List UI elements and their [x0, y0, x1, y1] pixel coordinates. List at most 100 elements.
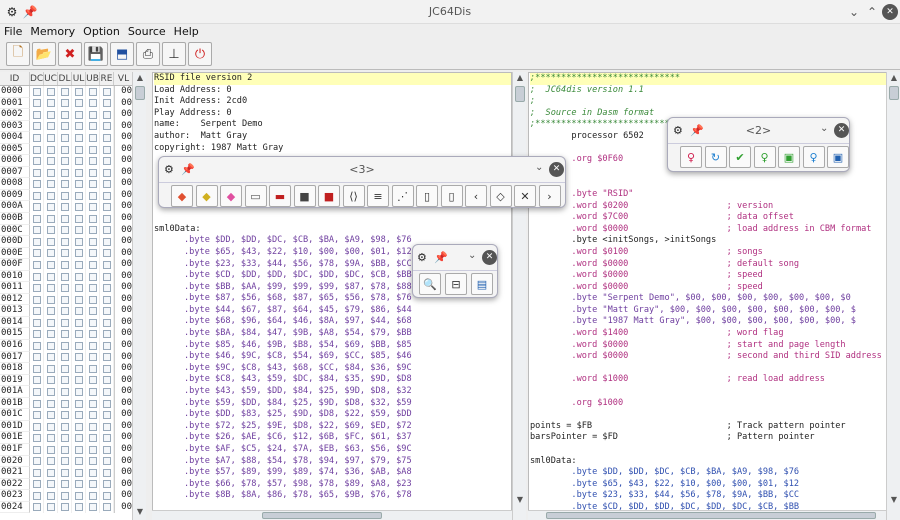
flag-checkbox[interactable] — [30, 97, 44, 110]
power-icon[interactable]: ⏻ — [188, 42, 212, 66]
new-file-icon[interactable]: 🗋 — [6, 42, 30, 66]
comment-icon[interactable]: ▭ — [244, 185, 267, 207]
flag-checkbox[interactable] — [100, 467, 114, 479]
flag-checkbox[interactable] — [44, 189, 58, 202]
flag-checkbox[interactable] — [30, 155, 44, 167]
close-icon[interactable]: ✕ — [549, 162, 564, 177]
table-row[interactable]: 0014 00 — [0, 316, 145, 329]
flag-checkbox[interactable] — [44, 120, 58, 133]
table-row[interactable]: 001E 00 — [0, 432, 145, 444]
floating-toolbar-header[interactable]: ⚙ 📌 <2> ⌄ ✕ — [668, 118, 849, 144]
flag-checkbox[interactable] — [30, 374, 44, 387]
flag-checkbox[interactable] — [30, 409, 44, 421]
flag-checkbox[interactable] — [58, 259, 72, 271]
table-row[interactable]: 0011 00 — [0, 282, 145, 294]
flag-checkbox[interactable] — [86, 340, 100, 352]
flag-checkbox[interactable] — [100, 363, 114, 375]
flag-checkbox[interactable] — [86, 420, 100, 433]
flag-checkbox[interactable] — [86, 397, 100, 410]
flag-checkbox[interactable] — [58, 282, 72, 294]
scroll-up-icon[interactable]: ▲ — [134, 72, 146, 84]
flag-checkbox[interactable] — [30, 109, 44, 121]
flag-checkbox[interactable] — [86, 201, 100, 214]
flag-checkbox[interactable] — [100, 86, 114, 98]
flag-checkbox[interactable] — [44, 270, 58, 283]
column-header[interactable]: UL — [72, 72, 86, 85]
flag-checkbox[interactable] — [44, 374, 58, 387]
flag-checkbox[interactable] — [58, 467, 72, 479]
pin-blue-icon[interactable]: ♀ — [802, 146, 825, 168]
flag-checkbox[interactable] — [100, 351, 114, 364]
flag-checkbox[interactable] — [44, 109, 58, 121]
eraser-yellow-icon[interactable]: ◆ — [195, 185, 218, 207]
flag-checkbox[interactable] — [72, 155, 86, 167]
flag-checkbox[interactable] — [44, 443, 58, 456]
flag-checkbox[interactable] — [30, 432, 44, 444]
pin-red-icon[interactable]: ♀ — [680, 146, 702, 168]
flag-checkbox[interactable] — [72, 224, 86, 237]
flag-checkbox[interactable] — [86, 259, 100, 271]
table-row[interactable]: 0002 00 — [0, 109, 145, 121]
table-row[interactable]: 000F 00 — [0, 259, 145, 271]
flag-checkbox[interactable] — [30, 305, 44, 317]
table-row[interactable]: 0013 00 — [0, 305, 145, 317]
flag-checkbox[interactable] — [30, 270, 44, 283]
flag-checkbox[interactable] — [100, 386, 114, 398]
flag-checkbox[interactable] — [86, 166, 100, 179]
column-header[interactable]: UB — [86, 72, 100, 85]
table-row[interactable]: 0001 00 — [0, 97, 145, 110]
flag-checkbox[interactable] — [30, 293, 44, 306]
flag-checkbox[interactable] — [58, 109, 72, 121]
flag-checkbox[interactable] — [44, 478, 58, 491]
flag-checkbox[interactable] — [58, 501, 72, 514]
flag-checkbox[interactable] — [58, 86, 72, 98]
table-row[interactable]: 001F 00 — [0, 443, 145, 456]
flag-checkbox[interactable] — [58, 293, 72, 306]
flag-checkbox[interactable] — [44, 305, 58, 317]
table-row[interactable]: 0018 00 — [0, 363, 145, 375]
flag-checkbox[interactable] — [30, 490, 44, 502]
flag-checkbox[interactable] — [44, 420, 58, 433]
flag-checkbox[interactable] — [100, 374, 114, 387]
flag-checkbox[interactable] — [44, 316, 58, 329]
flag-checkbox[interactable] — [86, 374, 100, 387]
column-header[interactable]: VL — [114, 72, 134, 85]
block-dark-icon[interactable]: ■ — [293, 185, 316, 207]
flag-checkbox[interactable] — [100, 178, 114, 190]
menu-source[interactable]: Source — [124, 24, 170, 40]
floating-toolbar-header[interactable]: ⚙ 📌 <3> ⌄ ✕ — [159, 157, 565, 183]
table-row[interactable]: 0024 00 — [0, 501, 145, 514]
flag-checkbox[interactable] — [30, 201, 44, 214]
floating-toolbar-header[interactable]: ⚙ 📌 ⌄ ✕ — [413, 245, 497, 271]
flag-checkbox[interactable] — [100, 420, 114, 433]
save-green-icon[interactable]: ▣ — [778, 146, 800, 168]
table-row[interactable]: 001D 00 — [0, 420, 145, 433]
flag-checkbox[interactable] — [58, 305, 72, 317]
table-row[interactable]: 0023 00 — [0, 490, 145, 502]
flag-checkbox[interactable] — [30, 86, 44, 98]
eraser-pink-icon[interactable]: ◆ — [220, 185, 242, 207]
flag-checkbox[interactable] — [30, 143, 44, 156]
dotted-file-icon[interactable]: ⋰ — [391, 185, 414, 207]
scroll-up-icon[interactable]: ▲ — [888, 72, 900, 84]
flag-checkbox[interactable] — [100, 270, 114, 283]
eraser-orange-icon[interactable]: ◆ — [171, 185, 193, 207]
file-left-icon[interactable]: ‹ — [465, 185, 487, 207]
hscroll-thumb[interactable] — [262, 512, 382, 519]
flag-checkbox[interactable] — [44, 340, 58, 352]
flag-checkbox[interactable] — [72, 132, 86, 144]
flag-checkbox[interactable] — [58, 236, 72, 248]
scroll-thumb[interactable] — [135, 86, 145, 100]
table-row[interactable]: 0016 00 — [0, 340, 145, 352]
flag-checkbox[interactable] — [86, 316, 100, 329]
chevron-down-icon[interactable]: ⌄ — [468, 250, 476, 261]
flag-checkbox[interactable] — [100, 155, 114, 167]
flag-checkbox[interactable] — [86, 97, 100, 110]
flag-checkbox[interactable] — [72, 374, 86, 387]
flag-checkbox[interactable] — [100, 397, 114, 410]
table-row[interactable]: 000D 00 — [0, 236, 145, 248]
table-row[interactable]: 0017 00 — [0, 351, 145, 364]
export-icon[interactable]: ⬒ — [110, 42, 134, 66]
flag-checkbox[interactable] — [86, 478, 100, 491]
flag-checkbox[interactable] — [44, 282, 58, 294]
